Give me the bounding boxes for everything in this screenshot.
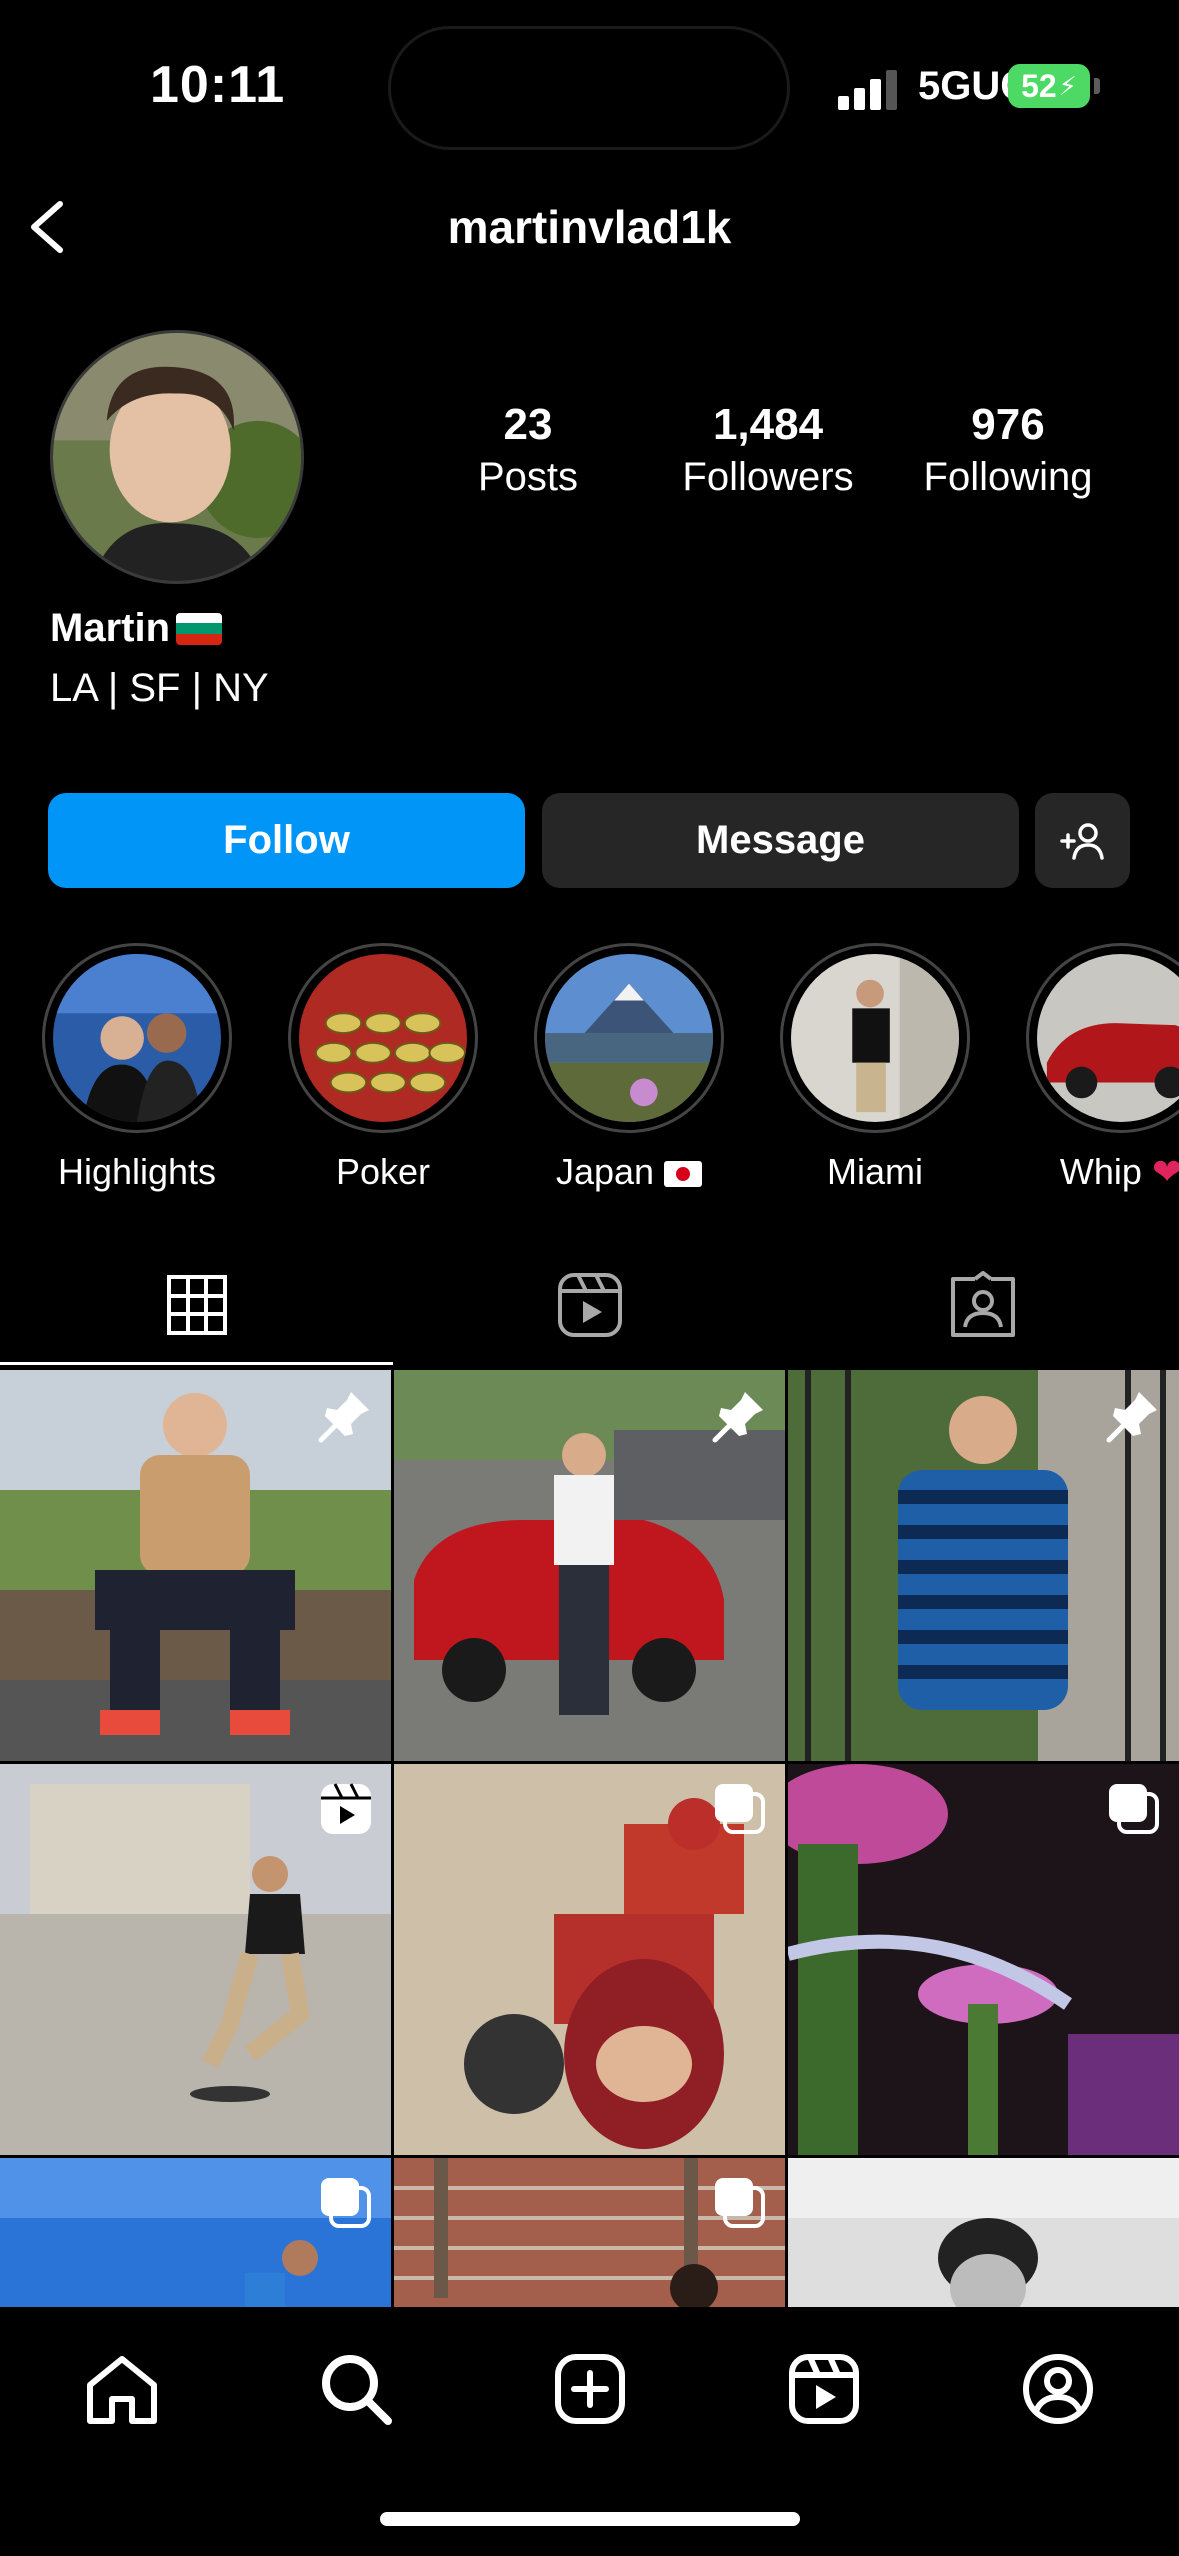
profile-username: martinvlad1k: [447, 201, 732, 253]
display-name-text: Martin: [50, 606, 170, 650]
pin-icon: [1106, 1392, 1157, 1443]
home-icon[interactable]: [82, 2349, 162, 2429]
pin-icon: [712, 1392, 763, 1443]
highlight-whip[interactable]: Whip ❤: [1024, 943, 1179, 1193]
suggest-people-button[interactable]: [1035, 793, 1130, 888]
highlight-cover: [299, 954, 467, 1122]
dynamic-island: [388, 26, 790, 150]
stat-following[interactable]: 976 Following: [888, 400, 1128, 502]
japan-flag-icon: [664, 1161, 703, 1188]
status-bar: 10:11 5GUC 52 ⚡: [0, 0, 1179, 170]
heart-icon: ❤: [1151, 1151, 1179, 1192]
status-time: 10:11: [150, 56, 286, 114]
pin-icon: [318, 1392, 369, 1443]
create-post-icon[interactable]: [550, 2349, 630, 2429]
message-button[interactable]: Message: [542, 793, 1019, 888]
stat-followers-label: Followers: [682, 455, 854, 499]
carousel-icon: [715, 2178, 765, 2228]
display-name: Martin: [50, 606, 222, 651]
carousel-icon: [321, 2178, 371, 2228]
highlight-miami[interactable]: Miami: [778, 943, 972, 1193]
highlight-label: Japan: [532, 1151, 726, 1193]
tab-posts-grid[interactable]: [0, 1245, 393, 1365]
stat-posts-count: 23: [503, 400, 553, 449]
carousel-icon: [715, 1784, 765, 1834]
profile-tabs: [0, 1245, 1179, 1365]
highlight-highlights[interactable]: Highlights: [40, 943, 234, 1193]
stat-following-label: Following: [923, 455, 1093, 499]
stat-posts-label: Posts: [477, 455, 579, 499]
stat-followers-count: 1,484: [712, 400, 824, 449]
post-thumbnail[interactable]: [788, 1764, 1179, 2155]
highlight-poker[interactable]: Poker: [286, 943, 480, 1193]
post-thumbnail[interactable]: [394, 1370, 785, 1761]
battery-cap: [1094, 78, 1100, 94]
bio-text: LA | SF | NY: [50, 666, 269, 710]
highlight-label: Whip ❤: [1024, 1151, 1179, 1193]
post-thumbnail[interactable]: [0, 1370, 391, 1761]
post-thumbnail[interactable]: [788, 1370, 1179, 1761]
active-tab-indicator: [0, 1362, 393, 1365]
home-indicator: [380, 2512, 800, 2526]
post-thumbnail[interactable]: [394, 1764, 785, 2155]
stat-followers[interactable]: 1,484 Followers: [648, 400, 888, 502]
tagged-icon: [950, 1271, 1015, 1337]
reels-nav-icon[interactable]: [784, 2349, 864, 2429]
grid-icon: [166, 1275, 227, 1335]
tab-reels[interactable]: [393, 1245, 786, 1365]
highlight-cover: [53, 954, 221, 1122]
highlight-label: Highlights: [57, 1151, 217, 1192]
tab-tagged[interactable]: [786, 1245, 1179, 1365]
highlight-label: Miami: [827, 1151, 923, 1192]
follow-button[interactable]: Follow: [48, 793, 525, 888]
profile-icon[interactable]: [1018, 2349, 1098, 2429]
search-icon[interactable]: [316, 2349, 396, 2429]
bulgaria-flag-icon: [176, 612, 222, 645]
highlight-cover: [791, 954, 959, 1122]
signal-icon: [838, 66, 900, 110]
battery-icon: 52 ⚡: [1008, 64, 1090, 108]
highlight-japan[interactable]: Japan: [532, 943, 726, 1193]
post-thumbnail[interactable]: [0, 1764, 391, 2155]
stat-posts[interactable]: 23 Posts: [408, 400, 648, 502]
reel-icon: [321, 1783, 371, 1834]
add-person-icon: [1059, 822, 1104, 860]
battery-level: 52: [1021, 67, 1057, 104]
avatar-photo: [53, 333, 301, 581]
stat-following-count: 976: [971, 400, 1045, 449]
highlight-cover: [545, 954, 713, 1122]
highlight-cover: [1037, 954, 1179, 1122]
avatar[interactable]: [50, 330, 304, 584]
highlight-label: Poker: [335, 1151, 431, 1192]
carousel-icon: [1109, 1784, 1159, 1834]
reels-icon: [557, 1273, 622, 1337]
